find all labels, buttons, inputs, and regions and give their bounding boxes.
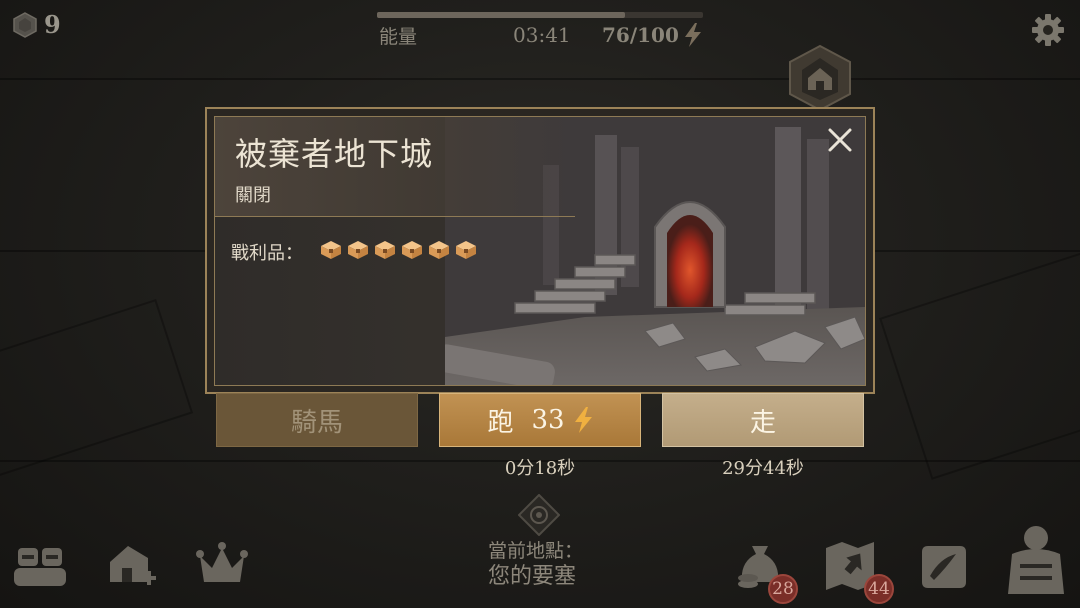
walk-time: 29分44秒 (722, 458, 804, 479)
energy-value: 76/100 (602, 23, 703, 47)
map-badge-count: 44 (868, 579, 890, 599)
gem-counter: 9 (12, 10, 61, 39)
loot-list (319, 237, 478, 261)
dungeon-title: 被棄者地下城 (235, 135, 434, 173)
ride-horse-label: 騎馬 (290, 407, 343, 438)
energy-label: 能量 (379, 26, 418, 48)
run-label: 跑 (487, 407, 514, 438)
walk-button[interactable]: 走 (662, 393, 864, 447)
add-building-icon[interactable] (104, 538, 160, 594)
gem-icon (13, 11, 37, 38)
house-marker-icon[interactable] (786, 44, 854, 112)
bolt-icon (684, 23, 701, 47)
dungeon-title-panel: 被棄者地下城 關閉 (215, 117, 575, 217)
map-badge: 44 (864, 574, 894, 604)
loot-label: 戰利品： (231, 243, 303, 264)
current-location-value: 您的要塞 (488, 564, 577, 589)
gem-count-value: 9 (44, 10, 61, 39)
bolt-icon (574, 407, 592, 433)
energy-value-text: 76/100 (602, 23, 679, 47)
team-icon[interactable] (12, 538, 68, 594)
energy-bar-fill (377, 12, 625, 18)
ride-horse-button[interactable]: 騎馬 (216, 393, 418, 447)
bag-badge-count: 28 (772, 579, 794, 599)
bag-badge: 28 (768, 574, 798, 604)
wood-plank-line (0, 78, 1080, 80)
chest-icon (348, 241, 368, 259)
chest-icon (375, 241, 395, 259)
energy-bar (377, 12, 703, 18)
character-icon[interactable] (1004, 524, 1068, 596)
gear-icon[interactable] (1030, 12, 1066, 48)
run-time: 0分18秒 (504, 458, 576, 479)
crown-icon[interactable] (194, 538, 250, 594)
close-icon[interactable] (826, 126, 854, 154)
chest-icon (402, 241, 422, 259)
chest-icon (321, 241, 341, 259)
quest-scroll-icon[interactable] (914, 538, 970, 594)
run-energy-cost: 33 (531, 405, 565, 435)
run-button[interactable]: 跑 33 (439, 393, 641, 447)
chest-icon (456, 241, 476, 259)
energy-timer: 03:41 (513, 23, 571, 47)
chest-icon (429, 241, 449, 259)
dungeon-status: 關閉 (235, 185, 271, 206)
dungeon-dialog: 被棄者地下城 關閉 戰利品： (214, 116, 866, 386)
location-marker-icon (518, 494, 560, 536)
walk-label: 走 (749, 407, 776, 438)
